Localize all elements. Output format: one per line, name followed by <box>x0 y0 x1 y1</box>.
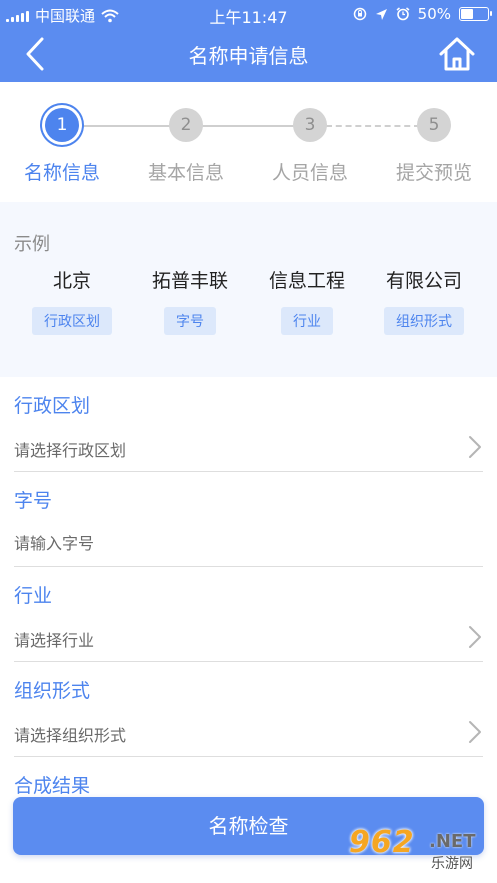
watermark-suffix: .NET <box>429 831 476 852</box>
example-tag: 组织形式 <box>384 307 464 335</box>
name-field: 字号 <box>0 472 497 567</box>
result-label: 合成结果 <box>14 775 91 797</box>
industry-label: 行业 <box>14 585 53 607</box>
location-icon <box>375 8 387 20</box>
example-panel: 示例 北京 行政区划 拓普丰联 字号 信息工程 行业 有限公司 组织形式 <box>0 202 497 377</box>
org-form-select[interactable]: 请选择组织形式 <box>14 722 126 746</box>
chevron-right-icon <box>469 626 481 648</box>
example-title: 示例 <box>14 234 50 255</box>
example-tag: 字号 <box>164 307 216 335</box>
battery-percent: 50% <box>417 5 451 23</box>
status-right: 50% <box>353 5 492 23</box>
step-2[interactable]: 2 基本信息 <box>124 108 248 185</box>
example-item-org-form: 有限公司 组织形式 <box>362 266 486 335</box>
status-bar: 中国联通 上午11:47 50% <box>0 0 497 28</box>
step-label: 名称信息 <box>23 162 100 184</box>
watermark-number: 962 <box>349 825 415 860</box>
step-label: 基本信息 <box>147 162 224 184</box>
org-form-label: 组织形式 <box>14 680 91 702</box>
example-word: 北京 <box>52 270 91 292</box>
step-number: 1 <box>45 108 79 142</box>
example-word: 有限公司 <box>385 270 462 292</box>
example-item-region: 北京 行政区划 <box>10 266 134 335</box>
chevron-right-icon <box>469 436 481 458</box>
example-word: 拓普丰联 <box>151 270 228 292</box>
name-label: 字号 <box>14 490 53 512</box>
alarm-icon <box>396 7 410 21</box>
step-3[interactable]: 3 人员信息 <box>248 108 372 185</box>
example-item-industry: 信息工程 行业 <box>245 266 369 335</box>
region-label: 行政区划 <box>14 395 91 417</box>
app-header: 中国联通 上午11:47 50% 名称申请信息 <box>0 0 497 82</box>
example-item-name: 拓普丰联 字号 <box>128 266 252 335</box>
step-1[interactable]: 1 名称信息 <box>0 108 124 185</box>
step-label: 提交预览 <box>395 162 472 184</box>
page-title: 名称申请信息 <box>188 44 309 68</box>
org-form-field[interactable]: 组织形式 请选择组织形式 <box>0 662 497 757</box>
example-word: 信息工程 <box>268 270 345 292</box>
example-tag: 行业 <box>281 307 333 335</box>
step-number: 3 <box>293 108 327 142</box>
chevron-right-icon <box>469 721 481 743</box>
step-5[interactable]: 5 提交预览 <box>372 108 496 185</box>
step-number: 2 <box>169 108 203 142</box>
battery-fill <box>461 9 473 19</box>
watermark-site: 乐游网 <box>431 856 473 872</box>
region-select[interactable]: 请选择行政区划 <box>14 437 126 461</box>
industry-field[interactable]: 行业 请选择行业 <box>0 567 497 662</box>
example-tag: 行政区划 <box>32 307 112 335</box>
home-icon <box>439 37 475 71</box>
step-number: 5 <box>417 108 451 142</box>
battery-icon <box>459 7 492 21</box>
industry-select[interactable]: 请选择行业 <box>14 627 94 651</box>
progress-stepper: 1 名称信息 2 基本信息 3 人员信息 5 提交预览 <box>0 82 497 202</box>
name-input[interactable] <box>14 530 454 556</box>
step-label: 人员信息 <box>271 162 348 184</box>
region-field[interactable]: 行政区划 请选择行政区划 <box>0 377 497 472</box>
divider <box>14 756 483 757</box>
site-watermark: 962 .NET 乐游网 <box>341 825 491 877</box>
home-button[interactable] <box>437 34 477 74</box>
orientation-lock-icon <box>353 7 366 21</box>
